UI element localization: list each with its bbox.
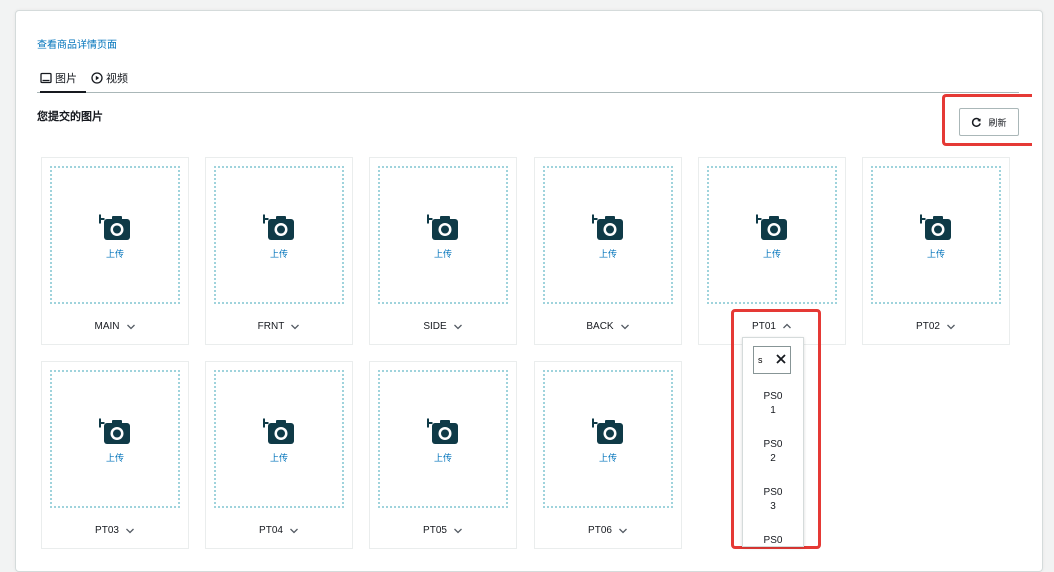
- close-icon[interactable]: [775, 353, 787, 365]
- camera-add-icon: [423, 211, 463, 243]
- dropdown-option[interactable]: PS0 2: [743, 438, 803, 466]
- upload-label: 上传: [762, 248, 781, 259]
- slot-type-select[interactable]: SIDE: [370, 316, 516, 336]
- upload-dropzone[interactable]: 上传: [707, 166, 837, 304]
- camera-add-icon: [259, 211, 299, 243]
- upload-label: 上传: [105, 452, 124, 463]
- image-slot-pt06: 上传 PT06: [534, 361, 682, 549]
- slot-type-select[interactable]: FRNT: [206, 316, 352, 336]
- option-number: 2: [770, 453, 776, 464]
- option-number: 3: [770, 501, 776, 512]
- camera-add-icon: [588, 415, 628, 447]
- chevron-down-icon: [453, 322, 463, 331]
- slot-type-select[interactable]: PT03: [42, 520, 188, 540]
- slot-type-label: BACK: [586, 320, 614, 332]
- image-slot-frnt: 上传 FRNT: [205, 157, 353, 345]
- refresh-icon: [971, 117, 982, 128]
- image-slot-back: 上传 BACK: [534, 157, 682, 345]
- chevron-down-icon: [620, 322, 630, 331]
- dropdown-option[interactable]: PS0 3: [743, 486, 803, 514]
- upload-dropzone[interactable]: 上传: [871, 166, 1001, 304]
- upload-label: 上传: [269, 248, 288, 259]
- image-slot-pt04: 上传 PT04: [205, 361, 353, 549]
- upload-label: 上传: [433, 248, 452, 259]
- image-slot-pt03: 上传 PT03: [41, 361, 189, 549]
- tab-images[interactable]: 图片: [40, 67, 77, 89]
- dropdown-option[interactable]: PS0: [743, 534, 803, 548]
- refresh-label: 刷新: [988, 117, 1007, 128]
- tab-images-label: 图片: [55, 73, 77, 85]
- tabs-divider: [37, 92, 1019, 93]
- slot-type-select[interactable]: BACK: [535, 316, 681, 336]
- chevron-down-icon: [125, 526, 135, 535]
- upload-dropzone[interactable]: 上传: [543, 166, 673, 304]
- option-code: PS0: [763, 487, 783, 498]
- upload-dropzone[interactable]: 上传: [378, 166, 508, 304]
- active-tab-indicator: [40, 91, 86, 93]
- media-tabs: 图片 视频: [40, 67, 142, 93]
- camera-add-icon: [588, 211, 628, 243]
- upload-dropzone[interactable]: 上传: [214, 166, 344, 304]
- dropdown-search-field[interactable]: [753, 346, 791, 374]
- variant-dropdown-panel: PS0 1PS0 2PS0 3PS0: [742, 337, 804, 547]
- refresh-button[interactable]: 刷新: [959, 108, 1019, 136]
- upload-label: 上传: [105, 248, 124, 259]
- camera-add-icon: [259, 415, 299, 447]
- option-number: 1: [770, 405, 776, 416]
- view-product-detail-link[interactable]: 查看商品详情页面: [37, 36, 117, 51]
- slot-type-label: PT02: [916, 320, 940, 332]
- slot-type-select[interactable]: MAIN: [42, 316, 188, 336]
- upload-dropzone[interactable]: 上传: [50, 166, 180, 304]
- upload-dropzone[interactable]: 上传: [543, 370, 673, 508]
- chevron-down-icon: [126, 322, 136, 331]
- camera-add-icon: [95, 211, 135, 243]
- image-slot-pt05: 上传 PT05: [369, 361, 517, 549]
- upload-label: 上传: [598, 452, 617, 463]
- slot-type-select[interactable]: PT04: [206, 520, 352, 540]
- slot-type-label: MAIN: [94, 320, 120, 332]
- upload-label: 上传: [926, 248, 945, 259]
- slot-type-select[interactable]: PT05: [370, 520, 516, 540]
- upload-dropzone[interactable]: 上传: [214, 370, 344, 508]
- image-slot-side: 上传 SIDE: [369, 157, 517, 345]
- slot-type-label: PT06: [588, 524, 612, 536]
- option-code: PS0: [763, 439, 783, 450]
- upload-dropzone[interactable]: 上传: [378, 370, 508, 508]
- slot-type-select[interactable]: PT02: [863, 316, 1009, 336]
- slot-type-select[interactable]: PT06: [535, 520, 681, 540]
- camera-add-icon: [423, 415, 463, 447]
- camera-add-icon: [95, 415, 135, 447]
- upload-label: 上传: [433, 452, 452, 463]
- slot-type-label: FRNT: [257, 320, 285, 332]
- chevron-down-icon: [289, 526, 299, 535]
- chevron-down-icon: [618, 526, 628, 535]
- dropdown-option[interactable]: PS0 1: [743, 390, 803, 418]
- option-code: PS0: [763, 535, 783, 546]
- image-icon: [40, 72, 52, 84]
- camera-add-icon: [916, 211, 956, 243]
- slot-type-label: SIDE: [423, 320, 447, 332]
- dropdown-search-input[interactable]: [758, 355, 772, 365]
- camera-add-icon: [752, 211, 792, 243]
- chevron-down-icon: [290, 322, 300, 331]
- tab-videos[interactable]: 视频: [91, 67, 128, 89]
- section-title: 您提交的图片: [37, 111, 103, 123]
- upload-label: 上传: [598, 248, 617, 259]
- play-circle-icon: [91, 72, 103, 84]
- image-slot-pt02: 上传 PT02: [862, 157, 1010, 345]
- chevron-down-icon: [453, 526, 463, 535]
- slot-type-label: PT04: [259, 524, 283, 536]
- option-code: PS0: [763, 391, 783, 402]
- upload-dropzone[interactable]: 上传: [50, 370, 180, 508]
- slot-type-label: PT03: [95, 524, 119, 536]
- image-slot-main: 上传 MAIN: [41, 157, 189, 345]
- tab-videos-label: 视频: [106, 73, 128, 85]
- upload-label: 上传: [269, 452, 288, 463]
- chevron-down-icon: [946, 322, 956, 331]
- slot-type-label: PT05: [423, 524, 447, 536]
